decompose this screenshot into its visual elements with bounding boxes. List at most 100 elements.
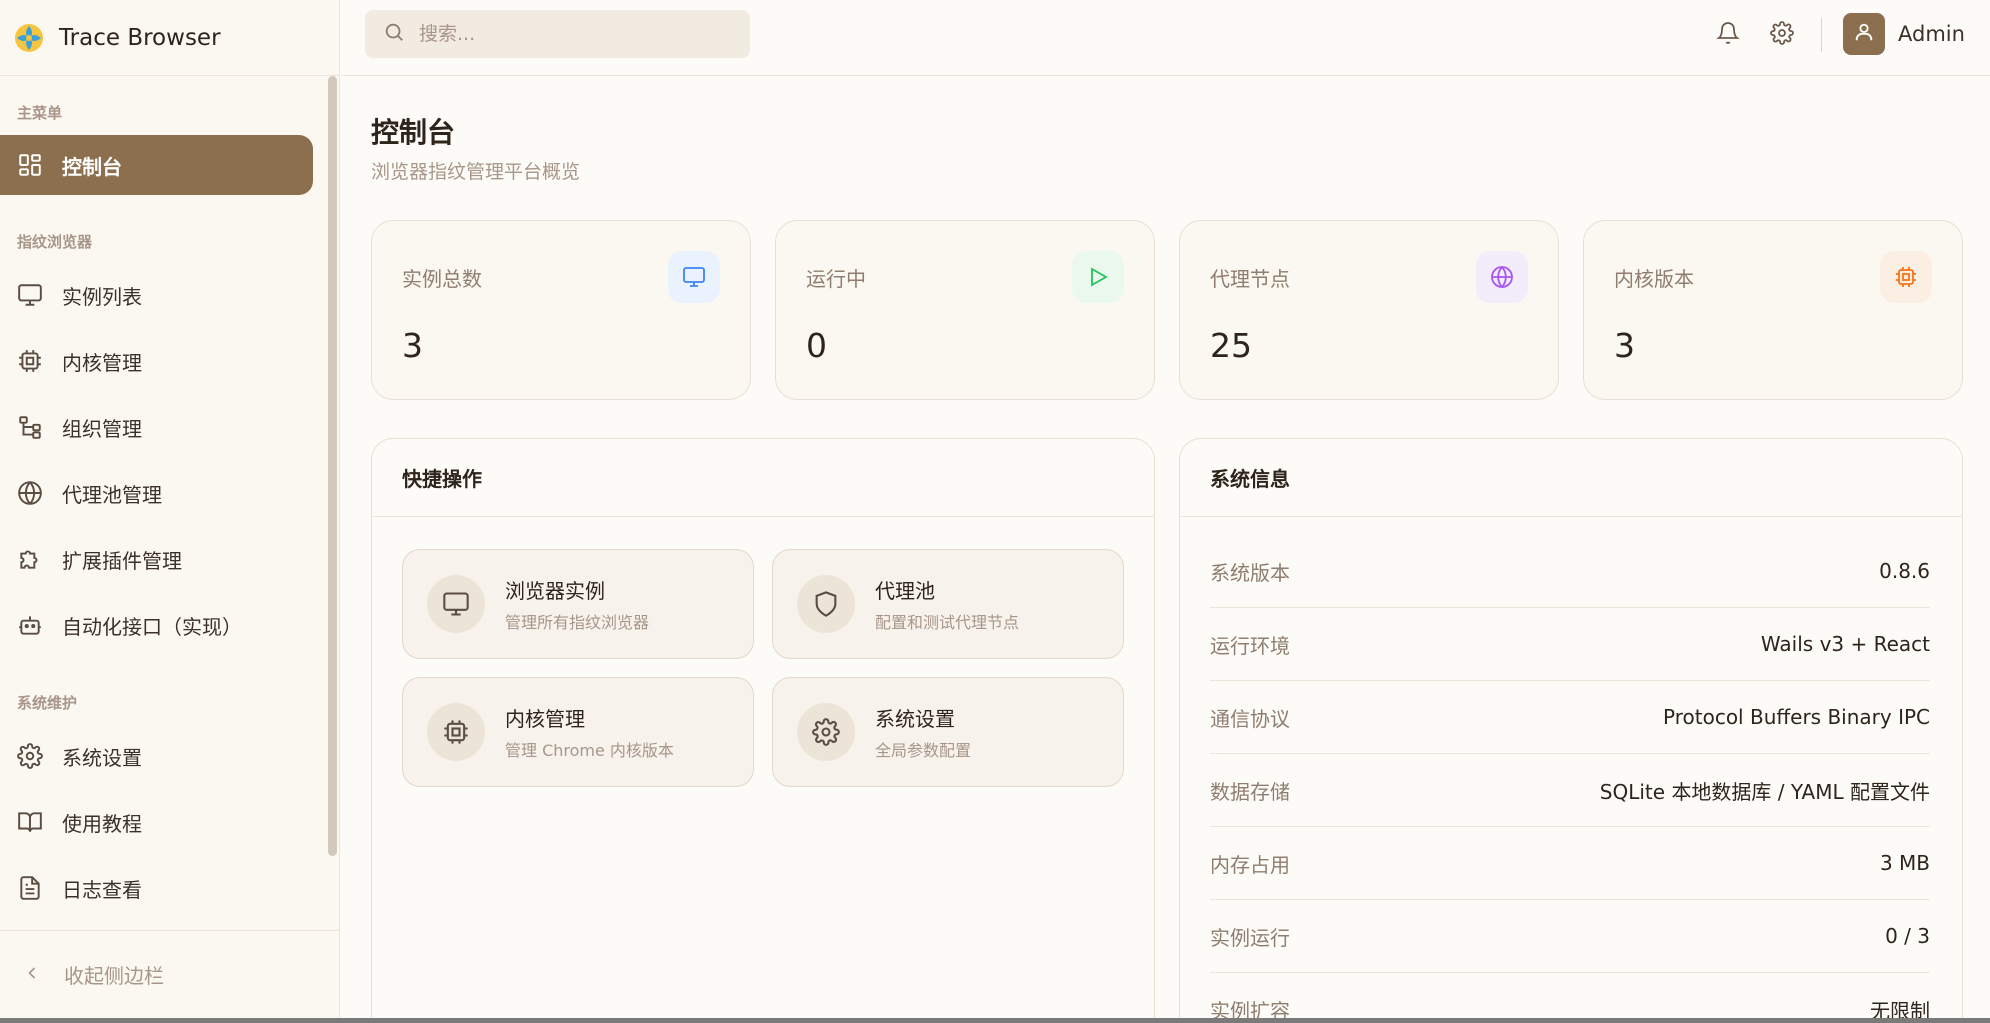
info-key: 数据存储 — [1210, 779, 1290, 804]
info-key: 运行环境 — [1210, 633, 1290, 658]
dashboard-icon — [17, 152, 43, 178]
app-window: Trace Browser 主菜单 控制台 指纹浏览器 实例列表 内核管理 组织… — [0, 0, 1990, 1018]
shield-icon — [797, 575, 855, 633]
stat-card-proxy-nodes: 代理节点 25 — [1179, 220, 1559, 400]
system-info-panel: 系统信息 系统版本 0.8.6 运行环境 Wails v3 + React 通信… — [1179, 438, 1963, 1018]
info-key: 内存占用 — [1210, 852, 1290, 877]
info-row-protocol: 通信协议 Protocol Buffers Binary IPC — [1210, 681, 1930, 754]
search-box[interactable] — [365, 10, 750, 58]
quick-action-proxy-pool[interactable]: 代理池 配置和测试代理节点 — [772, 549, 1124, 659]
section-label-maintenance: 系统维护 — [17, 694, 78, 712]
quick-action-desc: 管理 Chrome 内核版本 — [505, 741, 674, 760]
info-value: 无限制 — [1870, 998, 1930, 1019]
sidebar-item-extensions[interactable]: 扩展插件管理 — [0, 529, 313, 589]
info-value: Wails v3 + React — [1760, 632, 1930, 656]
info-row-instances-running: 实例运行 0 / 3 — [1210, 900, 1930, 973]
monitor-icon — [17, 282, 43, 308]
stat-label: 代理节点 — [1210, 267, 1290, 291]
stat-value: 25 — [1210, 326, 1252, 365]
info-value: SQLite 本地数据库 / YAML 配置文件 — [1599, 779, 1930, 804]
main-content: 控制台 浏览器指纹管理平台概览 实例总数 3 运行中 0 代理节点 25 内核版… — [341, 77, 1990, 1018]
globe-icon — [17, 480, 43, 506]
sidebar-item-dashboard[interactable]: 控制台 — [0, 135, 313, 195]
puzzle-icon — [17, 546, 43, 572]
chip-icon — [427, 703, 485, 761]
avatar[interactable] — [1843, 13, 1885, 55]
sidebar-item-kernel[interactable]: 内核管理 — [0, 331, 313, 391]
info-key: 实例扩容 — [1210, 998, 1290, 1019]
window-bottom-edge — [0, 1018, 1990, 1023]
sidebar-item-settings[interactable]: 系统设置 — [0, 726, 313, 786]
brand[interactable]: Trace Browser — [0, 0, 340, 76]
user-name[interactable]: Admin — [1898, 22, 1965, 46]
info-row-instance-scaling: 实例扩容 无限制 — [1210, 973, 1930, 1019]
sidebar-item-label: 扩展插件管理 — [62, 548, 182, 573]
quick-action-kernel-management[interactable]: 内核管理 管理 Chrome 内核版本 — [402, 677, 754, 787]
stat-value: 3 — [1614, 326, 1635, 365]
stat-label: 内核版本 — [1614, 267, 1694, 291]
app-logo-icon — [14, 23, 44, 53]
sidebar-nav: 主菜单 控制台 指纹浏览器 实例列表 内核管理 组织管理 代理池管理 扩展插件管… — [0, 77, 340, 927]
bot-icon — [17, 612, 43, 638]
info-value: 3 MB — [1879, 851, 1930, 875]
play-icon — [1072, 251, 1124, 303]
page-title: 控制台 — [371, 116, 456, 149]
monitor-icon — [427, 575, 485, 633]
topbar: Admin — [341, 0, 1990, 76]
monitor-icon — [668, 251, 720, 303]
chevron-left-icon — [22, 963, 42, 987]
stat-value: 3 — [402, 326, 423, 365]
page-subtitle: 浏览器指纹管理平台概览 — [371, 161, 581, 183]
info-row-memory: 内存占用 3 MB — [1210, 827, 1930, 900]
sidebar-item-label: 组织管理 — [62, 416, 142, 441]
sidebar-item-label: 系统设置 — [62, 745, 142, 770]
stat-label: 实例总数 — [402, 267, 482, 291]
panel-title: 系统信息 — [1180, 439, 1962, 517]
quick-action-desc: 配置和测试代理节点 — [875, 613, 1020, 632]
info-key: 系统版本 — [1210, 560, 1290, 585]
stat-card-kernel-versions: 内核版本 3 — [1583, 220, 1963, 400]
sidebar-item-org[interactable]: 组织管理 — [0, 397, 313, 457]
sidebar-item-label: 使用教程 — [62, 811, 142, 836]
chip-icon — [1880, 251, 1932, 303]
collapse-sidebar-label: 收起侧边栏 — [64, 964, 164, 988]
notifications-button[interactable] — [1713, 20, 1743, 50]
search-input[interactable] — [419, 23, 719, 45]
app-title: Trace Browser — [59, 24, 221, 51]
panel-title: 快捷操作 — [372, 439, 1154, 517]
info-key: 通信协议 — [1210, 706, 1290, 731]
quick-action-desc: 全局参数配置 — [875, 741, 972, 760]
sidebar-item-label: 自动化接口（实现） — [62, 614, 242, 639]
sidebar: Trace Browser 主菜单 控制台 指纹浏览器 实例列表 内核管理 组织… — [0, 0, 340, 1018]
sidebar-item-label: 控制台 — [62, 154, 122, 179]
sidebar-item-tutorial[interactable]: 使用教程 — [0, 792, 313, 852]
org-tree-icon — [17, 414, 43, 440]
book-icon — [17, 809, 43, 835]
sidebar-item-logs[interactable]: 日志查看 — [0, 858, 313, 918]
settings-button[interactable] — [1767, 20, 1797, 50]
info-value: 0.8.6 — [1879, 559, 1930, 583]
stat-value: 0 — [806, 326, 827, 365]
section-label-main: 主菜单 — [17, 104, 63, 122]
info-row-storage: 数据存储 SQLite 本地数据库 / YAML 配置文件 — [1210, 754, 1930, 827]
collapse-sidebar-button[interactable]: 收起侧边栏 — [0, 930, 340, 1018]
stat-label: 运行中 — [806, 267, 866, 291]
quick-action-system-settings[interactable]: 系统设置 全局参数配置 — [772, 677, 1124, 787]
info-key: 实例运行 — [1210, 925, 1290, 950]
sidebar-item-instances[interactable]: 实例列表 — [0, 265, 313, 325]
quick-action-title: 代理池 — [875, 579, 935, 603]
quick-action-browser-instances[interactable]: 浏览器实例 管理所有指纹浏览器 — [402, 549, 754, 659]
sidebar-item-proxy-pool[interactable]: 代理池管理 — [0, 463, 313, 523]
sidebar-item-automation-api[interactable]: 自动化接口（实现） — [0, 595, 313, 655]
file-text-icon — [17, 875, 43, 901]
sidebar-scrollbar[interactable] — [328, 76, 337, 856]
gear-icon — [797, 703, 855, 761]
info-row-version: 系统版本 0.8.6 — [1210, 535, 1930, 608]
sidebar-item-label: 内核管理 — [62, 350, 142, 375]
stat-card-running: 运行中 0 — [775, 220, 1155, 400]
quick-action-title: 浏览器实例 — [505, 579, 605, 603]
globe-icon — [1476, 251, 1528, 303]
sidebar-item-label: 日志查看 — [62, 877, 142, 902]
gear-icon — [1770, 21, 1794, 49]
quick-actions-panel: 快捷操作 浏览器实例 管理所有指纹浏览器 代理池 配置和测试代理节点 内核管理 … — [371, 438, 1155, 1018]
